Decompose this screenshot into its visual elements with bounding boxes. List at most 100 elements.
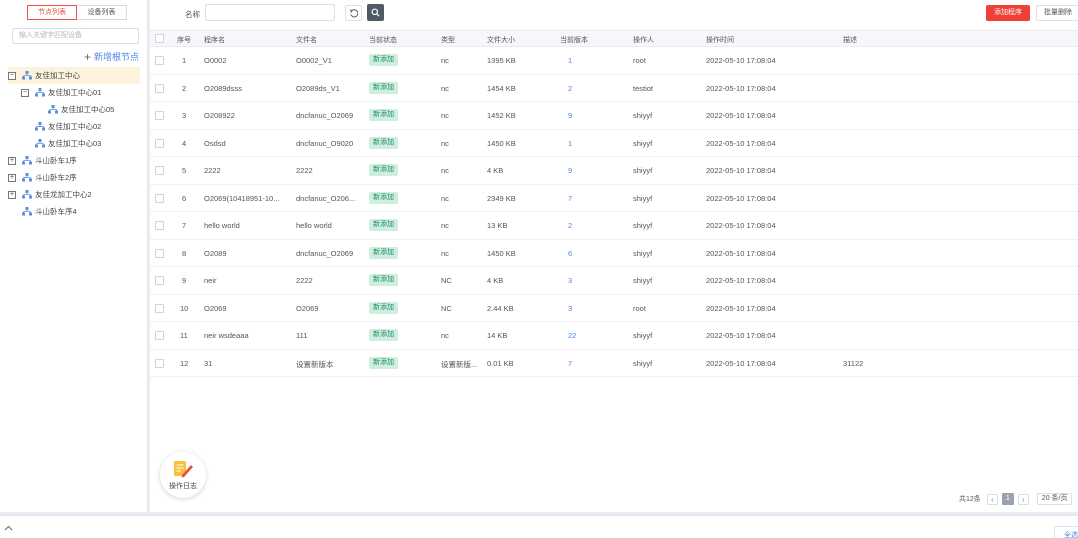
table-row[interactable]: 3 O208922 dncfanuc_O2069 新添加 nc 1452 KB 9 shiyy… bbox=[150, 102, 1078, 130]
row-checkbox[interactable] bbox=[155, 56, 164, 65]
next-page-button[interactable]: › bbox=[1017, 493, 1029, 505]
tree-node[interactable]: + 斗山卧车2序 bbox=[8, 169, 140, 186]
operate-time: 2022-05-10 17:08:04 bbox=[706, 248, 776, 258]
status-badge: 新添加 bbox=[369, 81, 398, 94]
tree-node[interactable]: + 斗山卧车1序 bbox=[8, 152, 140, 169]
expand-toggle-icon[interactable]: + bbox=[8, 156, 16, 165]
version-link[interactable]: 2 bbox=[568, 221, 628, 230]
table-row[interactable]: 8 O2089 dncfanuc_O2069 新添加 nc 1450 KB 6 shiyyf 2… bbox=[150, 240, 1078, 267]
row-checkbox[interactable] bbox=[155, 221, 164, 230]
file-type: NC bbox=[441, 276, 452, 285]
tree-node-label: 斗山卧车2序 bbox=[35, 173, 77, 182]
program-name: O2089 bbox=[204, 248, 227, 258]
row-checkbox[interactable] bbox=[155, 166, 164, 175]
tree-node[interactable]: − 友佳加工中心01 bbox=[8, 84, 140, 101]
tree-node[interactable]: 友佳加工中心02 bbox=[8, 118, 140, 135]
table-row[interactable]: 12 31 设置新版本 新添加 设置新版... 0.01 KB 7 shiyyf 2022-05… bbox=[150, 350, 1078, 377]
table-row[interactable]: 11 neir wsdeaaa 111 新添加 nc 14 KB 22 shiyyf 2022-… bbox=[150, 322, 1078, 350]
row-index: 9 bbox=[182, 276, 187, 285]
operator: shiyyf bbox=[633, 138, 653, 148]
row-checkbox[interactable] bbox=[155, 358, 164, 368]
expand-toggle-icon[interactable]: + bbox=[8, 173, 16, 182]
file-name: O2089ds_V1 bbox=[296, 83, 340, 93]
add-root-node-label: 新增根节点 bbox=[93, 52, 139, 62]
node-search-input[interactable]: 输入关键字匹配设备 bbox=[12, 28, 139, 44]
org-tree-icon bbox=[35, 139, 45, 148]
tab-node-list[interactable]: 节点列表 bbox=[27, 5, 77, 20]
program-name: hello world bbox=[204, 221, 240, 230]
file-size: 1450 KB bbox=[487, 138, 516, 148]
version-link[interactable]: 3 bbox=[568, 304, 628, 313]
version-link[interactable]: 6 bbox=[568, 249, 628, 258]
expand-toggle-icon[interactable]: + bbox=[8, 190, 16, 199]
batch-delete-button[interactable]: 批量删除 bbox=[1036, 5, 1078, 21]
table-row[interactable]: 10 O2069 O2069 新添加 NC 2.44 KB 3 root 2022-05-10 … bbox=[150, 295, 1078, 322]
operator: shiyyf bbox=[633, 193, 653, 203]
collapse-toggle-icon[interactable]: − bbox=[8, 71, 16, 80]
row-checkbox[interactable] bbox=[155, 303, 164, 313]
tree-node[interactable]: 友佳加工中心03 bbox=[8, 135, 140, 152]
version-link[interactable]: 9 bbox=[568, 111, 628, 120]
program-name: neir wsdeaaa bbox=[204, 331, 249, 340]
operate-time: 2022-05-10 17:08:04 bbox=[706, 276, 776, 285]
row-index: 10 bbox=[180, 303, 189, 313]
collapse-toggle-icon[interactable]: − bbox=[21, 88, 29, 97]
table-row[interactable]: 4 Osdsd dncfanuc_O9020 新添加 nc 1450 KB 1 shiyyf 2… bbox=[150, 130, 1078, 157]
row-checkbox[interactable] bbox=[155, 331, 164, 340]
search-button[interactable] bbox=[367, 4, 384, 21]
row-checkbox[interactable] bbox=[155, 193, 164, 203]
page-size-select[interactable]: 20 条/页 bbox=[1036, 493, 1073, 505]
tree-node[interactable]: − 友佳加工中心 bbox=[8, 67, 140, 84]
table-row[interactable]: 2 O2089dsss O2089ds_V1 新添加 nc 1454 KB 2 testiot… bbox=[150, 75, 1078, 102]
sidebar-tabs: 节点列表 设备列表 bbox=[27, 5, 127, 20]
prev-page-button[interactable]: ‹ bbox=[986, 493, 998, 505]
status-badge: 新添加 bbox=[369, 191, 398, 204]
reset-button[interactable] bbox=[345, 5, 362, 21]
row-checkbox[interactable] bbox=[155, 138, 164, 148]
row-index: 5 bbox=[182, 166, 187, 175]
operation-log-button[interactable]: 操作日志 bbox=[160, 452, 206, 498]
file-type: nc bbox=[441, 138, 449, 148]
current-page[interactable]: 1 bbox=[1001, 493, 1014, 505]
version-link[interactable]: 2 bbox=[568, 84, 628, 93]
operator: shiyyf bbox=[633, 331, 653, 340]
version-link[interactable]: 1 bbox=[568, 56, 628, 65]
table-row[interactable]: 9 neir 2222 新添加 NC 4 KB 3 shiyyf 2022-05-10 17:0… bbox=[150, 267, 1078, 295]
operator: root bbox=[633, 56, 646, 65]
tree-node[interactable]: + 友佳龙加工中心2 bbox=[8, 186, 140, 203]
table-row[interactable]: 5 2222 2222 新添加 nc 4 KB 9 shiyyf 2022-05-10 17:0… bbox=[150, 157, 1078, 185]
operate-time: 2022-05-10 17:08:04 bbox=[706, 303, 776, 313]
version-link[interactable]: 3 bbox=[568, 276, 628, 285]
version-link[interactable]: 1 bbox=[568, 139, 628, 148]
corner-button[interactable]: 全选 bbox=[1054, 526, 1078, 538]
file-size: 4 KB bbox=[487, 276, 504, 285]
chevron-up-icon[interactable] bbox=[4, 525, 13, 531]
tree-node-label: 斗山卧车1序 bbox=[35, 156, 77, 165]
operate-time: 2022-05-10 17:08:04 bbox=[706, 166, 776, 175]
tree-node[interactable]: 斗山卧车序4 bbox=[8, 203, 140, 220]
name-filter-label: 名称 bbox=[185, 10, 200, 19]
version-link[interactable]: 7 bbox=[568, 194, 628, 203]
row-checkbox[interactable] bbox=[155, 248, 164, 258]
table-row[interactable]: 6 O2069(10418951-10... dncfanuc_O206... 新添加… bbox=[150, 185, 1078, 212]
version-link[interactable]: 9 bbox=[568, 166, 628, 175]
file-type: nc bbox=[441, 166, 449, 175]
refresh-icon bbox=[349, 8, 358, 17]
add-root-node-button[interactable]: + 新增根节点 bbox=[84, 50, 139, 63]
add-program-button[interactable]: 添加程序 bbox=[986, 5, 1030, 21]
row-checkbox[interactable] bbox=[155, 111, 164, 120]
row-checkbox[interactable] bbox=[155, 83, 164, 93]
tree-node-label: 友佳龙加工中心2 bbox=[35, 190, 92, 199]
tree-node[interactable]: 友佳加工中心05 bbox=[8, 101, 140, 118]
version-link[interactable]: 22 bbox=[568, 331, 628, 340]
file-name: dncfanuc_O2069 bbox=[296, 111, 354, 120]
version-link[interactable]: 7 bbox=[568, 359, 628, 368]
name-filter-input[interactable] bbox=[205, 4, 335, 21]
select-all-checkbox[interactable] bbox=[155, 34, 164, 43]
table-row[interactable]: 7 hello world hello world 新添加 nc 13 KB 2 shiyyf… bbox=[150, 212, 1078, 240]
status-badge: 新添加 bbox=[369, 136, 398, 149]
tab-device-list[interactable]: 设备列表 bbox=[77, 5, 127, 20]
table-row[interactable]: 1 O0002 O0002_V1 新添加 nc 1395 KB 1 root 2022-05-1… bbox=[150, 47, 1078, 75]
operator: shiyyf bbox=[633, 111, 653, 120]
row-checkbox[interactable] bbox=[155, 276, 164, 285]
